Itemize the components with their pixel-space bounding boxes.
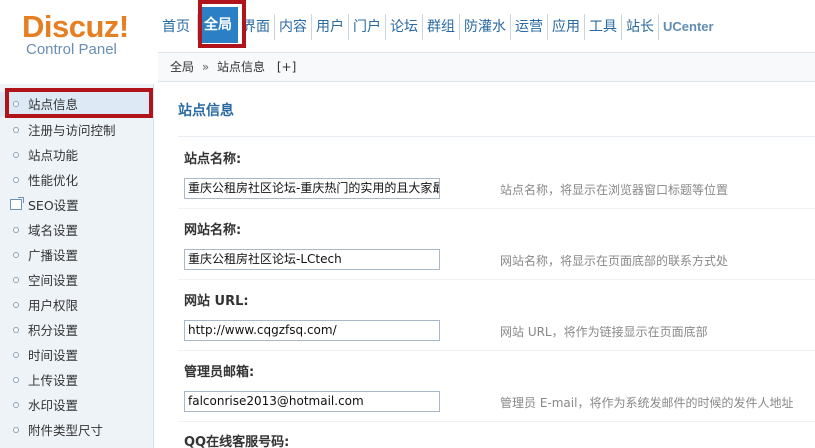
sidebar-item-domain[interactable]: 域名设置 [0,218,154,243]
bullet-icon [13,402,19,408]
nav-anti-spam[interactable]: 防灌水 [460,14,511,40]
sidebar-item-label: 域名设置 [28,223,79,238]
section-title: 站点信息 [178,103,234,119]
web-name-input[interactable]: 重庆公租房社区论坛-LCtech [184,249,440,270]
divider [178,350,815,351]
bullet-icon [13,101,19,107]
sidebar-item-label: SEO设置 [28,198,79,213]
sidebar-item-label: 站点信息 [28,97,79,112]
sidebar-item-label: 用户权限 [28,298,79,313]
divider [178,421,815,422]
logo[interactable]: Discuz! Control Panel [20,8,155,68]
sidebar-item-site-info[interactable]: 站点信息 [0,92,154,117]
sidebar-item-label: 广播设置 [28,248,79,263]
nav-content[interactable]: 内容 [275,14,312,40]
bullet-icon [13,427,19,433]
sidebar: 站点信息 注册与访问控制 站点功能 性能优化 SEO设置 域名设置 广播设置 空… [0,84,154,448]
nav-interface[interactable]: 界面 [238,14,275,40]
site-url-help: 网站 URL，将作为链接显示在页面底部 [500,325,708,339]
divider [178,136,815,137]
sidebar-item-broadcast[interactable]: 广播设置 [0,243,154,268]
nav-home[interactable]: 首页 [158,14,198,40]
bullet-icon [13,127,19,133]
sidebar-item-label: 注册与访问控制 [28,123,116,138]
nav-apps[interactable]: 应用 [548,14,585,40]
site-name-help: 站点名称，将显示在浏览器窗口标题等位置 [500,183,729,197]
bullet-icon [13,277,19,283]
web-name-label: 网站名称: [184,223,242,238]
breadcrumb: 全局 » 站点信息 [+] [158,52,815,82]
admin-email-label: 管理员邮箱: [184,365,255,380]
sidebar-item-time[interactable]: 时间设置 [0,343,154,368]
sidebar-item-label: 性能优化 [28,173,79,188]
nav-tools[interactable]: 工具 [585,14,622,40]
nav-users[interactable]: 用户 [312,14,349,40]
web-name-help: 网站名称，将显示在页面底部的联系方式处 [500,254,729,268]
sidebar-item-label: 附件类型尺寸 [28,423,104,438]
sidebar-item-upload[interactable]: 上传设置 [0,368,154,393]
bullet-icon [13,252,19,258]
admin-email-input[interactable]: falconrise2013@hotmail.com [184,391,440,412]
nav-groups[interactable]: 群组 [423,14,460,40]
sidebar-item-attachment-types[interactable]: 附件类型尺寸 [0,418,154,443]
sidebar-item-seo[interactable]: SEO设置 [0,193,154,218]
bullet-icon [13,177,19,183]
nav-ucenter[interactable]: UCenter [659,14,718,40]
bullet-icon [13,152,19,158]
divider [178,208,815,209]
nav-webmaster[interactable]: 站长 [622,14,659,40]
sidebar-item-space[interactable]: 空间设置 [0,268,154,293]
sidebar-item-label: 积分设置 [28,323,79,338]
qq-service-label: QQ在线客服号码: [184,435,290,448]
bullet-icon [13,227,19,233]
site-url-label: 网站 URL: [184,294,249,309]
sidebar-item-label: 水印设置 [28,398,79,413]
breadcrumb-current: 站点信息 [217,60,266,74]
nav-operations[interactable]: 运营 [511,14,548,40]
sidebar-item-label: 站点功能 [28,148,79,163]
logo-text: Discuz! [22,9,129,44]
add-shortcut-button[interactable]: [+] [277,60,296,74]
sidebar-item-site-features[interactable]: 站点功能 [0,143,154,168]
logo-subtitle: Control Panel [26,41,117,58]
bullet-icon [13,327,19,333]
nav-global[interactable]: 全局 [198,7,238,43]
bullet-icon [13,352,19,358]
sidebar-item-label: 时间设置 [28,348,79,363]
admin-email-help: 管理员 E-mail，将作为系统发邮件的时候的发件人地址 [500,396,794,410]
bullet-icon [13,377,19,383]
sidebar-item-watermark[interactable]: 水印设置 [0,393,154,418]
divider [178,279,815,280]
sidebar-item-registration[interactable]: 注册与访问控制 [0,118,154,143]
top-nav: 首页 全局 界面 内容 用户 门户 论坛 群组 防灌水 运营 应用 工具 站长 … [158,7,718,43]
sidebar-item-user-permissions[interactable]: 用户权限 [0,293,154,318]
nav-portal[interactable]: 门户 [349,14,386,40]
site-url-input[interactable]: http://www.cqgzfsq.com/ [184,320,440,341]
breadcrumb-separator: » [201,60,210,74]
external-link-icon [10,197,24,210]
sidebar-item-label: 上传设置 [28,373,79,388]
site-name-input[interactable]: 重庆公租房社区论坛-重庆热门的实用的且大家最 [184,178,440,199]
sidebar-item-label: 空间设置 [28,273,79,288]
bullet-icon [13,302,19,308]
main-content: 站点信息 站点名称: 重庆公租房社区论坛-重庆热门的实用的且大家最 站点名称，将… [160,84,815,448]
nav-forum[interactable]: 论坛 [386,14,423,40]
sidebar-item-performance[interactable]: 性能优化 [0,168,154,193]
sidebar-item-credits[interactable]: 积分设置 [0,318,154,343]
site-name-label: 站点名称: [184,152,242,167]
breadcrumb-root[interactable]: 全局 [170,60,194,74]
